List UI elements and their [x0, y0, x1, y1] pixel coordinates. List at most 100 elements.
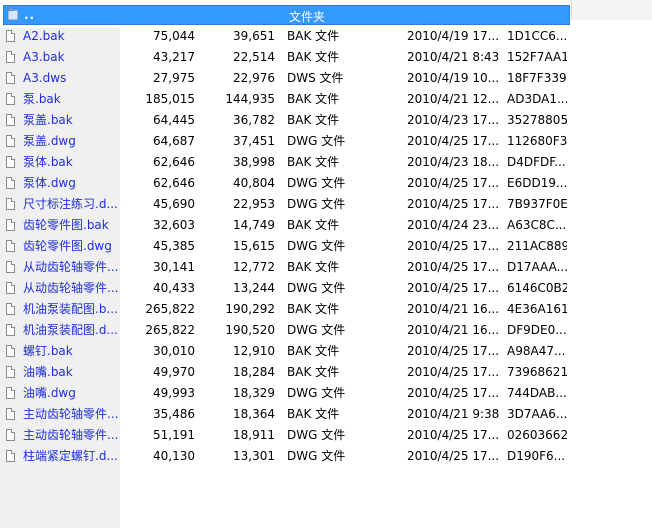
file-name[interactable]: 机油泵装配图.b... [23, 299, 119, 320]
file-packed-size: 18,364 [233, 407, 275, 421]
file-row[interactable]: 柱端紧定螺钉.d... 40,130 13,301 DWG 文件 2010/4/25 1… [0, 446, 652, 467]
file-type: BAK 文件 [287, 155, 340, 169]
file-modified: 2010/4/23 17... [407, 113, 499, 127]
file-modified: 2010/4/23 18... [407, 155, 499, 169]
file-row[interactable]: 泵体.bak 62,646 38,998 BAK 文件 2010/4/23 18... D… [0, 152, 652, 173]
file-packed-size: 36,782 [233, 113, 275, 127]
file-row[interactable]: 泵.bak 185,015 144,935 BAK 文件 2010/4/21 12...… [0, 89, 652, 110]
file-name[interactable]: 从动齿轮轴零件... [23, 257, 119, 278]
file-name[interactable]: 油嘴.dwg [23, 383, 119, 404]
file-size: 45,385 [153, 239, 195, 253]
file-row[interactable]: 从动齿轮轴零件... 30,141 12,772 BAK 文件 2010/4/25 17… [0, 257, 652, 278]
file-packed-size: 40,804 [233, 176, 275, 190]
file-size: 40,433 [153, 281, 195, 295]
file-row[interactable]: 机油泵装配图.d... 265,822 190,520 DWG 文件 2010/4/21… [0, 320, 652, 341]
file-name[interactable]: 主动齿轮轴零件... [23, 404, 119, 425]
file-type: DWG 文件 [287, 323, 346, 337]
file-name[interactable]: 柱端紧定螺钉.d... [23, 446, 119, 467]
file-name[interactable]: 齿轮零件图.bak [23, 215, 119, 236]
file-name[interactable]: 油嘴.bak [23, 362, 119, 383]
file-modified: 2010/4/25 17... [407, 134, 499, 148]
file-type: BAK 文件 [287, 50, 340, 64]
file-crc: 152F7AA1 [507, 50, 567, 64]
file-name[interactable]: 主动齿轮轴零件... [23, 425, 119, 446]
archive-file-list: .. 文件夹 A2.bak 75,044 39,651 BAK 文件 2010/4/19… [0, 0, 652, 528]
file-size: 185,015 [145, 92, 195, 106]
file-packed-size: 22,953 [233, 197, 275, 211]
file-size: 75,044 [153, 29, 195, 43]
file-icon [6, 425, 18, 446]
file-row[interactable]: 齿轮零件图.dwg 45,385 15,615 DWG 文件 2010/4/25 17.… [0, 236, 652, 257]
file-row[interactable]: A3.dws 27,975 22,976 DWS 文件 2010/4/19 10... 1… [0, 68, 652, 89]
file-size: 62,646 [153, 176, 195, 190]
file-row[interactable]: 螺钉.bak 30,010 12,910 BAK 文件 2010/4/25 17... A… [0, 341, 652, 362]
file-size: 51,191 [153, 428, 195, 442]
file-name[interactable]: 泵盖.dwg [23, 131, 119, 152]
file-crc: D190F6... [507, 449, 566, 463]
file-icon [6, 341, 18, 362]
file-crc: 1D1CC6... [507, 29, 567, 43]
file-type: DWG 文件 [287, 176, 346, 190]
file-row[interactable]: 泵体.dwg 62,646 40,804 DWG 文件 2010/4/25 17... E… [0, 173, 652, 194]
file-icon [6, 194, 18, 215]
file-name[interactable]: 泵体.bak [23, 152, 119, 173]
file-modified: 2010/4/21 8:43 [407, 50, 499, 64]
file-icon [6, 299, 18, 320]
file-icon [6, 152, 18, 173]
file-crc: 6146C0B2 [507, 281, 567, 295]
file-name[interactable]: 泵.bak [23, 89, 119, 110]
file-type: DWG 文件 [287, 197, 346, 211]
file-type: BAK 文件 [287, 29, 340, 43]
file-packed-size: 144,935 [225, 92, 275, 106]
file-icon [6, 236, 18, 257]
file-name[interactable]: 泵体.dwg [23, 173, 119, 194]
file-name[interactable]: A3.bak [23, 47, 119, 68]
file-size: 32,603 [153, 218, 195, 232]
file-name[interactable]: 机油泵装配图.d... [23, 320, 119, 341]
file-icon [6, 131, 18, 152]
file-row[interactable]: A2.bak 75,044 39,651 BAK 文件 2010/4/19 17... 1… [0, 26, 652, 47]
file-size: 40,130 [153, 449, 195, 463]
file-row[interactable]: 油嘴.dwg 49,993 18,329 DWG 文件 2010/4/25 17... 7… [0, 383, 652, 404]
file-icon [6, 383, 18, 404]
file-row[interactable]: 泵盖.dwg 64,687 37,451 DWG 文件 2010/4/25 17... 1… [0, 131, 652, 152]
file-row[interactable]: 机油泵装配图.b... 265,822 190,292 BAK 文件 2010/4/21… [0, 299, 652, 320]
file-modified: 2010/4/25 17... [407, 281, 499, 295]
file-packed-size: 14,749 [233, 218, 275, 232]
file-name[interactable]: 从动齿轮轴零件... [23, 278, 119, 299]
file-size: 265,822 [145, 323, 195, 337]
file-name[interactable]: 螺钉.bak [23, 341, 119, 362]
file-row[interactable]: 尺寸标注练习.d... 45,690 22,953 DWG 文件 2010/4/25 1… [0, 194, 652, 215]
file-packed-size: 22,514 [233, 50, 275, 64]
file-crc: A98A47... [507, 344, 566, 358]
file-name[interactable]: 尺寸标注练习.d... [23, 194, 119, 215]
file-row[interactable]: A3.bak 43,217 22,514 BAK 文件 2010/4/21 8:43 15… [0, 47, 652, 68]
file-name[interactable]: A2.bak [23, 26, 119, 47]
file-modified: 2010/4/25 17... [407, 260, 499, 274]
file-row[interactable]: 齿轮零件图.bak 32,603 14,749 BAK 文件 2010/4/24 23.… [0, 215, 652, 236]
file-crc: D4DFDF... [507, 155, 566, 169]
file-icon [6, 257, 18, 278]
file-modified: 2010/4/25 17... [407, 386, 499, 400]
file-packed-size: 39,651 [233, 29, 275, 43]
file-crc: A63C8C... [507, 218, 567, 232]
file-row[interactable]: 从动齿轮轴零件... 40,433 13,244 DWG 文件 2010/4/25 17… [0, 278, 652, 299]
file-size: 45,690 [153, 197, 195, 211]
file-name[interactable]: A3.dws [23, 68, 119, 89]
file-name[interactable]: 齿轮零件图.dwg [23, 236, 119, 257]
file-crc: 211AC889 [507, 239, 567, 253]
file-size: 49,993 [153, 386, 195, 400]
file-row[interactable]: 泵盖.bak 64,445 36,782 BAK 文件 2010/4/23 17... 3… [0, 110, 652, 131]
file-row[interactable]: 主动齿轮轴零件... 35,486 18,364 BAK 文件 2010/4/21 9:… [0, 404, 652, 425]
file-name[interactable]: 泵盖.bak [23, 110, 119, 131]
file-modified: 2010/4/25 17... [407, 239, 499, 253]
file-row[interactable]: 主动齿轮轴零件... 51,191 18,911 DWG 文件 2010/4/25 17… [0, 425, 652, 446]
parent-folder-row[interactable]: .. 文件夹 [3, 5, 570, 25]
file-type: DWG 文件 [287, 281, 346, 295]
file-packed-size: 18,284 [233, 365, 275, 379]
file-packed-size: 12,772 [233, 260, 275, 274]
file-row[interactable]: 油嘴.bak 49,970 18,284 BAK 文件 2010/4/25 17... 7… [0, 362, 652, 383]
file-modified: 2010/4/21 9:38 [407, 407, 499, 421]
file-packed-size: 18,911 [233, 428, 275, 442]
file-type: DWG 文件 [287, 428, 346, 442]
